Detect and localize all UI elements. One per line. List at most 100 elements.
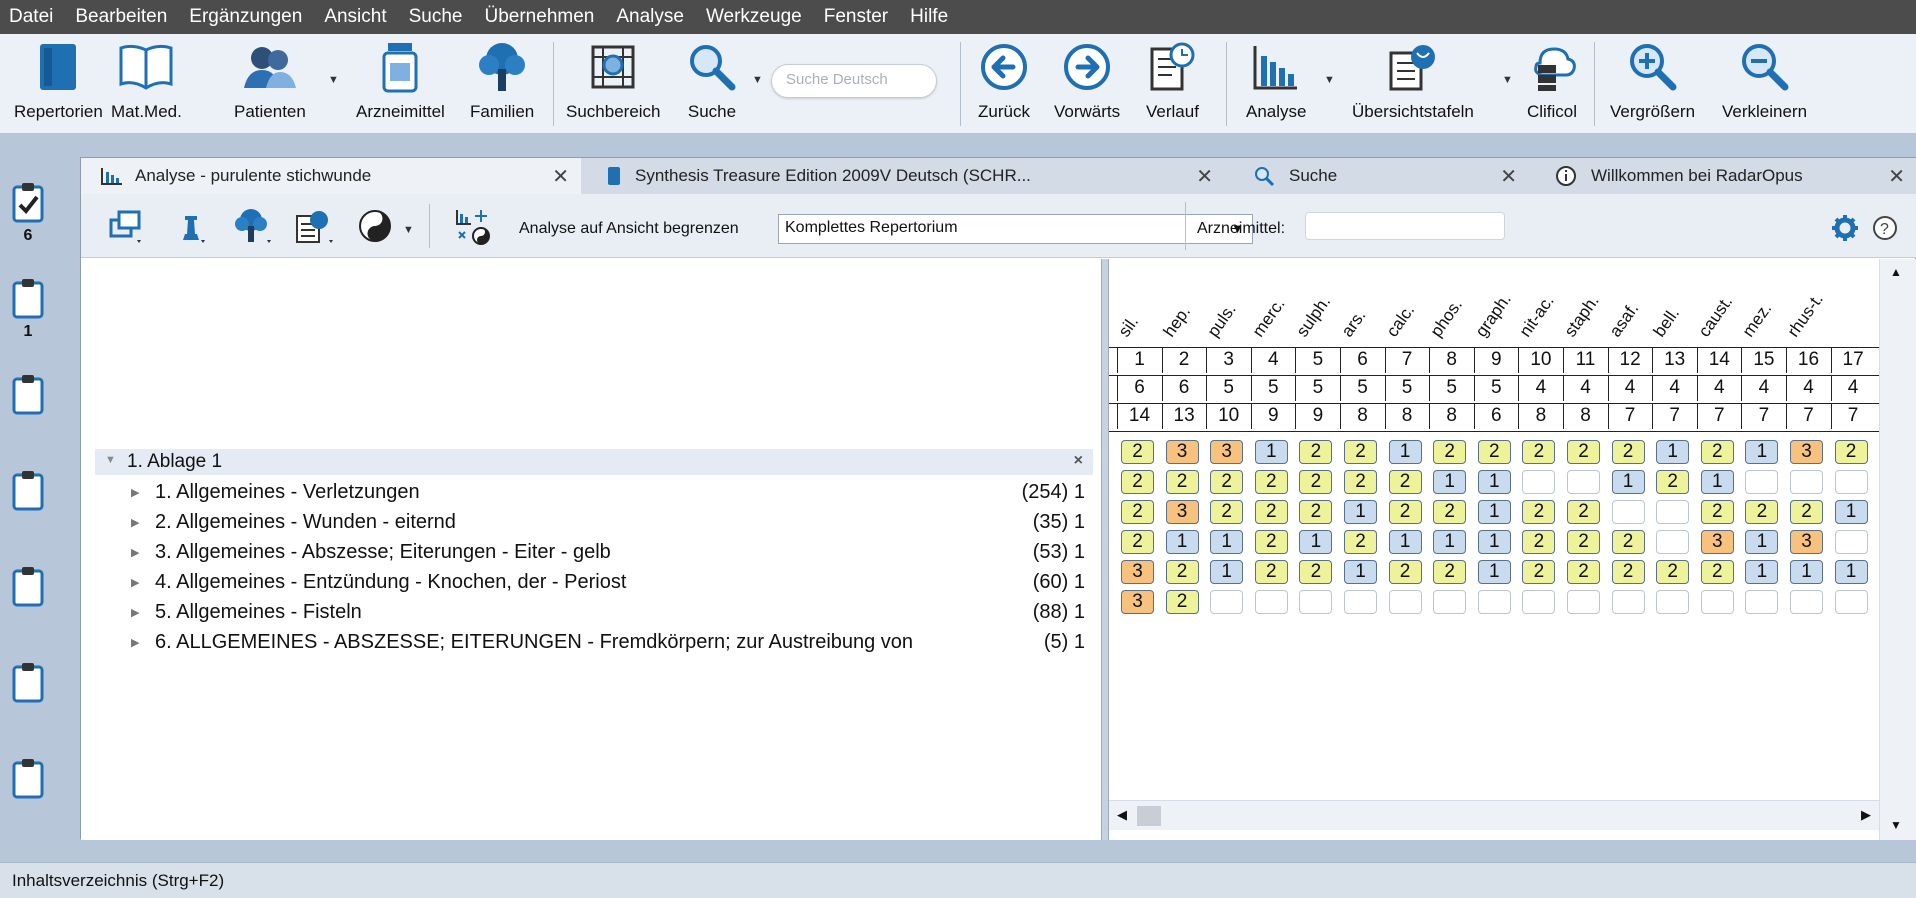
- grade-cell[interactable]: 2: [1656, 560, 1690, 584]
- uebersicht-dropdown-icon[interactable]: ▼: [1502, 74, 1513, 86]
- grade-cell[interactable]: 2: [1700, 440, 1734, 464]
- grade-cell[interactable]: 2: [1121, 470, 1154, 494]
- remedy-name[interactable]: calc.: [1382, 301, 1418, 341]
- grade-cell[interactable]: 2: [1745, 500, 1779, 524]
- grade-cell[interactable]: 2: [1254, 500, 1288, 524]
- grade-cell[interactable]: 1: [1477, 500, 1511, 524]
- overview-filter-button[interactable]: [293, 204, 337, 248]
- chevron-left-icon[interactable]: ◀: [1117, 807, 1127, 823]
- remedy-name[interactable]: bell.: [1650, 304, 1684, 341]
- grade-cell[interactable]: 2: [1299, 470, 1333, 494]
- grade-cell[interactable]: 2: [1567, 560, 1600, 584]
- grade-cell[interactable]: 1: [1790, 560, 1823, 584]
- remedy-name[interactable]: nit-ac.: [1516, 292, 1559, 341]
- grade-cell[interactable]: 1: [1299, 530, 1333, 554]
- close-icon[interactable]: ✕: [1888, 164, 1905, 189]
- grade-cell[interactable]: 2: [1656, 470, 1690, 494]
- remedy-name[interactable]: sulph.: [1293, 292, 1335, 341]
- rubric-row[interactable]: ▶ 3. Allgemeines - Abszesse; Eiterungen -…: [131, 537, 1091, 567]
- arzneimittel-button[interactable]: Arzneimittel: [356, 34, 445, 134]
- menu-item[interactable]: Hilfe: [901, 6, 961, 28]
- grade-cell[interactable]: 2: [1522, 440, 1556, 464]
- grade-cell[interactable]: 2: [1522, 500, 1556, 524]
- grade-cell[interactable]: 2: [1299, 500, 1333, 524]
- windows-button[interactable]: [107, 204, 147, 248]
- grade-cell[interactable]: [1254, 590, 1288, 614]
- settings-button[interactable]: [1831, 206, 1859, 250]
- grade-cell[interactable]: [1656, 590, 1690, 614]
- grade-cell[interactable]: 2: [1344, 530, 1377, 554]
- clipboard-5[interactable]: [8, 565, 48, 607]
- vertical-scrollbar[interactable]: ▲ ▼: [1879, 259, 1916, 840]
- grade-cell[interactable]: 2: [1433, 560, 1467, 584]
- grade-cell[interactable]: 1: [1388, 530, 1422, 554]
- grade-cell[interactable]: 2: [1165, 590, 1199, 614]
- grade-cell[interactable]: 2: [1567, 500, 1600, 524]
- grade-cell[interactable]: 2: [1700, 500, 1734, 524]
- grade-cell[interactable]: 1: [1745, 530, 1779, 554]
- grade-cell[interactable]: [1656, 500, 1690, 524]
- grade-cell[interactable]: [1522, 590, 1556, 614]
- grade-cell[interactable]: 2: [1790, 500, 1823, 524]
- menu-item[interactable]: Übernehmen: [476, 6, 608, 28]
- close-icon[interactable]: ✕: [552, 164, 569, 189]
- grade-cell[interactable]: 2: [1210, 470, 1244, 494]
- grade-cell[interactable]: 2: [1611, 530, 1645, 554]
- grade-cell[interactable]: [1834, 590, 1868, 614]
- grade-cell[interactable]: 1: [1433, 470, 1467, 494]
- grade-cell[interactable]: [1834, 530, 1868, 554]
- clipboard-1[interactable]: 6: [8, 181, 48, 245]
- grade-cell[interactable]: 3: [1790, 440, 1823, 464]
- expand-icon[interactable]: ▶: [131, 486, 139, 499]
- grade-cell[interactable]: 2: [1121, 440, 1154, 464]
- patienten-button[interactable]: Patienten: [234, 34, 306, 134]
- menu-item[interactable]: Bearbeiten: [66, 6, 180, 28]
- grade-cell[interactable]: [1745, 470, 1779, 494]
- clipboard-7[interactable]: [8, 757, 48, 799]
- close-icon[interactable]: ✕: [1500, 164, 1517, 189]
- grade-cell[interactable]: 2: [1165, 470, 1199, 494]
- collapse-icon[interactable]: ▼: [105, 454, 116, 466]
- grade-cell[interactable]: [1611, 500, 1645, 524]
- grade-cell[interactable]: [1344, 590, 1377, 614]
- grade-cell[interactable]: [1567, 590, 1600, 614]
- rubric-row[interactable]: ▶ 2. Allgemeines - Wunden - eiternd (35) 1: [131, 507, 1091, 537]
- close-icon[interactable]: ✕: [1196, 164, 1213, 189]
- tab-suche[interactable]: Suche ✕: [1229, 158, 1529, 194]
- close-icon[interactable]: ×: [1074, 452, 1083, 470]
- tab-synthesis[interactable]: Synthesis Treasure Edition 2009V Deutsch…: [585, 158, 1225, 194]
- grade-cell[interactable]: 2: [1299, 560, 1333, 584]
- grade-cell[interactable]: 2: [1522, 560, 1556, 584]
- grade-cell[interactable]: 2: [1254, 530, 1288, 554]
- grade-cell[interactable]: [1745, 590, 1779, 614]
- grade-cell[interactable]: 1: [1477, 470, 1511, 494]
- grade-cell[interactable]: 2: [1567, 530, 1600, 554]
- grade-cell[interactable]: 3: [1700, 530, 1734, 554]
- grade-cell[interactable]: 1: [1611, 470, 1645, 494]
- grade-cell[interactable]: 2: [1344, 470, 1377, 494]
- grade-cell[interactable]: 3: [1210, 440, 1244, 464]
- remedy-name[interactable]: puls.: [1204, 300, 1241, 341]
- grade-cell[interactable]: 1: [1834, 500, 1868, 524]
- remedy-name[interactable]: ars.: [1338, 306, 1371, 341]
- remedy-filter-input[interactable]: [1305, 212, 1505, 240]
- expand-icon[interactable]: ▶: [131, 636, 139, 649]
- menu-item[interactable]: Ergänzungen: [180, 6, 315, 28]
- grade-cell[interactable]: 2: [1834, 440, 1868, 464]
- expand-icon[interactable]: ▶: [131, 576, 139, 589]
- zoom-out-button[interactable]: Verkleinern: [1722, 34, 1807, 134]
- grade-cell[interactable]: 2: [1121, 530, 1154, 554]
- remedy-name[interactable]: staph.: [1561, 292, 1604, 341]
- suchbereich-button[interactable]: Suchbereich: [566, 34, 661, 134]
- grade-cell[interactable]: 3: [1121, 590, 1154, 614]
- menu-item[interactable]: Analyse: [607, 6, 697, 28]
- clificol-button[interactable]: Clificol: [1526, 34, 1578, 134]
- help-button[interactable]: ?: [1871, 206, 1899, 250]
- scroll-thumb[interactable]: [1137, 806, 1161, 826]
- matmed-button[interactable]: Mat.Med.: [111, 34, 182, 134]
- families-filter-button[interactable]: [231, 204, 275, 248]
- remedy-name[interactable]: asaf.: [1605, 299, 1643, 341]
- grade-cell[interactable]: [1790, 470, 1823, 494]
- expand-icon[interactable]: ▶: [131, 606, 139, 619]
- grade-cell[interactable]: 3: [1790, 530, 1823, 554]
